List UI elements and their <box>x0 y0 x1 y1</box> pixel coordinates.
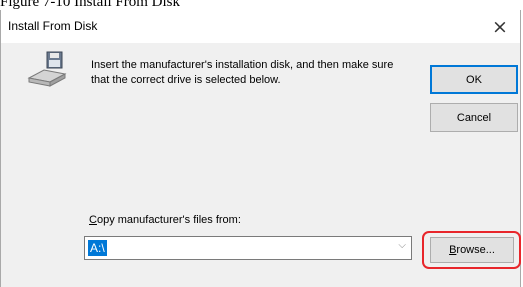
path-input-value[interactable]: A:\ <box>88 240 107 256</box>
copy-label-accelerator: C <box>89 214 97 226</box>
close-button[interactable]: × <box>480 10 520 43</box>
floppy-disk-drive-icon <box>27 51 67 87</box>
instruction-text: Insert the manufacturer's installation d… <box>91 59 394 86</box>
dialog-title: Install From Disk <box>8 19 98 33</box>
title-bar: Install From Disk × <box>1 10 520 43</box>
copy-files-from-label: Copy manufacturer's files from: <box>89 214 241 226</box>
close-icon: × <box>492 15 508 38</box>
copy-label-text: opy manufacturer's files from: <box>96 214 241 226</box>
browse-highlight-annotation <box>422 231 521 269</box>
chevron-down-icon[interactable]: ⌵ <box>398 240 406 251</box>
ok-button[interactable]: OK <box>430 65 518 94</box>
copy-from-path-combo[interactable]: A:\ ⌵ <box>84 236 412 260</box>
cancel-button[interactable]: Cancel <box>430 103 518 132</box>
figure-caption: Figure 7-10 Install From Disk <box>0 0 180 10</box>
